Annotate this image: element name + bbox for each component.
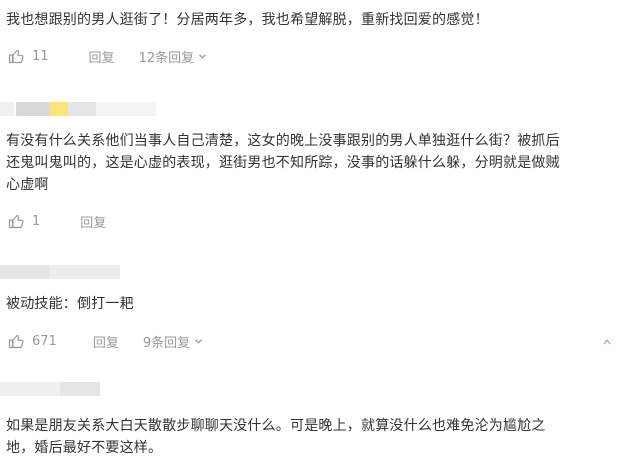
- thumbs-up-icon: [8, 49, 24, 64]
- like-count: 671: [32, 333, 57, 349]
- username-blurred: [16, 102, 50, 116]
- reply-button[interactable]: 回复: [80, 212, 106, 231]
- username-blurred: [50, 265, 120, 279]
- chevron-down-icon: [199, 53, 207, 59]
- username-blurred: [68, 102, 96, 116]
- reply-button[interactable]: 回复: [93, 332, 119, 351]
- replies-count: 9条回复: [142, 335, 191, 351]
- like-button[interactable]: 1: [8, 213, 40, 229]
- comment-text: 我也想跟别的男人逛街了！分居两年多，我也希望解脱，重新找回爱的感觉！: [6, 12, 489, 28]
- username-blurred: [96, 102, 156, 116]
- comment-actions: 11 回复 12条回复: [8, 46, 207, 66]
- view-replies-button[interactable]: 12条回复: [139, 47, 208, 66]
- thumbs-up-icon: [8, 334, 24, 349]
- thumbs-up-icon: [8, 214, 24, 229]
- like-button[interactable]: 671: [8, 333, 57, 349]
- like-button[interactable]: 11: [8, 48, 49, 64]
- comment-text: 如果是朋友关系大白天散散步聊聊天没什么。可是晚上，就算没什么也难免沦为尴尬之 地…: [6, 418, 546, 456]
- view-replies-button[interactable]: 9条回复: [143, 332, 203, 351]
- chevron-up-icon[interactable]: [602, 337, 612, 347]
- username-blurred: [0, 382, 60, 396]
- comment-text: 有没有什么关系他们当事人自己清楚，这女的晚上没事跟别的男人单独逛什么街？被抓后 …: [6, 133, 560, 193]
- user-header-blurred: [0, 380, 620, 398]
- comment-actions: 671 回复 9条回复: [8, 331, 203, 351]
- username-blurred: [60, 382, 100, 396]
- reply-button[interactable]: 回复: [89, 47, 115, 66]
- like-count: 11: [32, 48, 49, 64]
- vip-badge: [50, 102, 68, 116]
- like-count: 1: [32, 213, 41, 229]
- username-blurred: [0, 265, 50, 279]
- avatar: [0, 102, 14, 116]
- user-header-blurred: [0, 263, 620, 281]
- chevron-down-icon: [195, 338, 203, 344]
- comment-actions: 1 回复: [8, 211, 106, 231]
- comment-text: 被动技能：倒打一耙: [6, 296, 134, 312]
- user-header-blurred: [0, 100, 620, 118]
- replies-count: 12条回复: [138, 50, 195, 66]
